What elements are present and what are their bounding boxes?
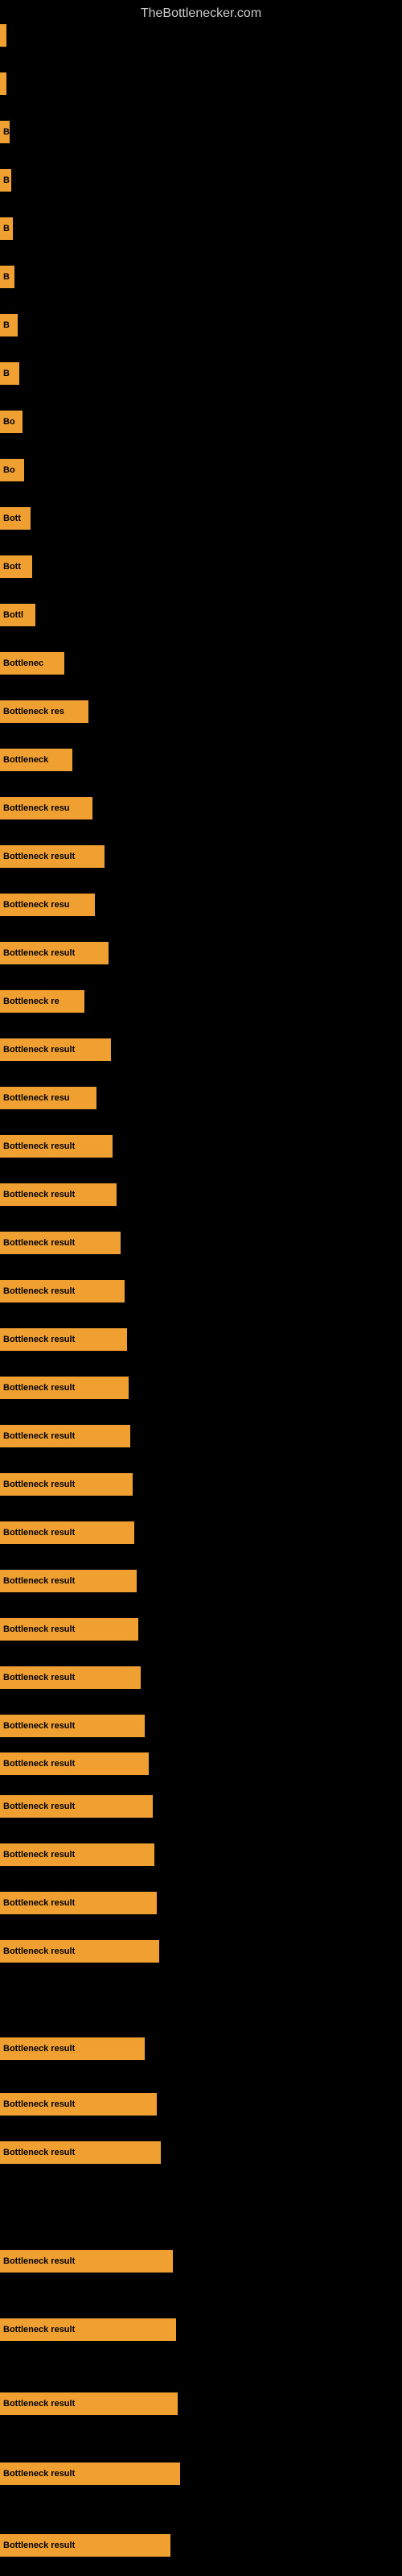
bar: Bottleneck result bbox=[0, 1666, 141, 1689]
bar: Bott bbox=[0, 555, 32, 578]
bar: Bottleneck result bbox=[0, 1377, 129, 1399]
bar-row bbox=[0, 72, 402, 95]
bar-row: Bottleneck result bbox=[0, 1752, 402, 1775]
bar: Bottleneck result bbox=[0, 2093, 157, 2116]
bar-row: Bottleneck re bbox=[0, 990, 402, 1013]
bar: Bottleneck result bbox=[0, 1843, 154, 1866]
bar: Bottleneck resu bbox=[0, 1087, 96, 1109]
bar-row: Bottleneck result bbox=[0, 1570, 402, 1592]
bar-row: Bo bbox=[0, 411, 402, 433]
bar-row: Bottl bbox=[0, 604, 402, 626]
bar-row: Bottleneck resu bbox=[0, 1087, 402, 1109]
bar: Bottleneck result bbox=[0, 2250, 173, 2273]
bar: Bottleneck result bbox=[0, 1183, 117, 1206]
bar-row: Bottleneck result bbox=[0, 1135, 402, 1158]
bar: Bottleneck result bbox=[0, 1135, 113, 1158]
bar-row: B bbox=[0, 121, 402, 143]
bar-row: Bottleneck result bbox=[0, 1618, 402, 1641]
bar: Bottleneck resu bbox=[0, 797, 92, 819]
bar: Bottleneck result bbox=[0, 1795, 153, 1818]
bar-row: Bottleneck result bbox=[0, 2250, 402, 2273]
bar-row: Bottleneck result bbox=[0, 1843, 402, 1866]
bar-row: Bottleneck result bbox=[0, 2534, 402, 2557]
bar: Bott bbox=[0, 507, 31, 530]
bar-row: Bottleneck res bbox=[0, 700, 402, 723]
bar-row: Bottleneck result bbox=[0, 2037, 402, 2060]
bar-row: Bottleneck result bbox=[0, 1280, 402, 1302]
bar-row: Bottleneck result bbox=[0, 1038, 402, 1061]
bar-row: Bottleneck result bbox=[0, 1183, 402, 1206]
bar: Bottleneck result bbox=[0, 1940, 159, 1963]
bar-row: Bottleneck result bbox=[0, 2141, 402, 2164]
bar: Bottleneck result bbox=[0, 1570, 137, 1592]
bar-row: Bottleneck result bbox=[0, 845, 402, 868]
bar: Bottl bbox=[0, 604, 35, 626]
bar-row: Bottleneck result bbox=[0, 1473, 402, 1496]
bar: Bottleneck re bbox=[0, 990, 84, 1013]
bar: B bbox=[0, 169, 11, 192]
bar-row: Bottleneck result bbox=[0, 942, 402, 964]
bar: Bo bbox=[0, 411, 23, 433]
bar: Bottleneck result bbox=[0, 2534, 170, 2557]
bar: Bottleneck result bbox=[0, 1715, 145, 1737]
bar-row: Bottleneck bbox=[0, 749, 402, 771]
bar-row: Bottleneck result bbox=[0, 2392, 402, 2415]
bar-row: Bottleneck resu bbox=[0, 894, 402, 916]
bar-row: Bottleneck result bbox=[0, 1521, 402, 1544]
bar-row: B bbox=[0, 362, 402, 385]
bar-row: Bottleneck result bbox=[0, 1892, 402, 1914]
bar: Bottleneck resu bbox=[0, 894, 95, 916]
bar-row: B bbox=[0, 217, 402, 240]
bar: Bottleneck result bbox=[0, 1425, 130, 1447]
bar: Bottleneck result bbox=[0, 1038, 111, 1061]
bar bbox=[0, 24, 6, 47]
bar: B bbox=[0, 314, 18, 336]
bar-row: Bottleneck resu bbox=[0, 797, 402, 819]
bar-row bbox=[0, 24, 402, 47]
bar: B bbox=[0, 266, 14, 288]
bar-row: Bottleneck result bbox=[0, 1425, 402, 1447]
bar: Bottleneck result bbox=[0, 1328, 127, 1351]
bar bbox=[0, 72, 6, 95]
bar-row: Bott bbox=[0, 555, 402, 578]
bar-row: Bottleneck result bbox=[0, 1666, 402, 1689]
bar: Bottlenec bbox=[0, 652, 64, 675]
bar-row: Bott bbox=[0, 507, 402, 530]
bar-row: Bottleneck result bbox=[0, 1715, 402, 1737]
bar: Bottleneck result bbox=[0, 1473, 133, 1496]
bar-row: Bottlenec bbox=[0, 652, 402, 675]
bar-row: Bottleneck result bbox=[0, 1940, 402, 1963]
bar: Bottleneck result bbox=[0, 2318, 176, 2341]
bar: B bbox=[0, 121, 10, 143]
bar-row: Bottleneck result bbox=[0, 1377, 402, 1399]
bar-row: B bbox=[0, 169, 402, 192]
site-title: TheBottlenecker.com bbox=[0, 0, 402, 27]
bar: B bbox=[0, 362, 19, 385]
bar: Bottleneck result bbox=[0, 2392, 178, 2415]
bar: Bottleneck result bbox=[0, 2037, 145, 2060]
bar: Bottleneck result bbox=[0, 1232, 121, 1254]
bar-row: Bottleneck result bbox=[0, 2093, 402, 2116]
bar: Bottleneck result bbox=[0, 1618, 138, 1641]
bar-row: B bbox=[0, 266, 402, 288]
bar-row: Bottleneck result bbox=[0, 2318, 402, 2341]
bar: Bo bbox=[0, 459, 24, 481]
bar: Bottleneck bbox=[0, 749, 72, 771]
bar: Bottleneck res bbox=[0, 700, 88, 723]
bar-row: Bottleneck result bbox=[0, 2462, 402, 2485]
bar: Bottleneck result bbox=[0, 845, 105, 868]
bar: Bottleneck result bbox=[0, 942, 109, 964]
bar-row: Bo bbox=[0, 459, 402, 481]
bar: Bottleneck result bbox=[0, 2462, 180, 2485]
bar-row: Bottleneck result bbox=[0, 1232, 402, 1254]
bar-row: Bottleneck result bbox=[0, 1795, 402, 1818]
bar: Bottleneck result bbox=[0, 1280, 125, 1302]
bar: Bottleneck result bbox=[0, 1892, 157, 1914]
bar-row: Bottleneck result bbox=[0, 1328, 402, 1351]
bar: Bottleneck result bbox=[0, 2141, 161, 2164]
bar: B bbox=[0, 217, 13, 240]
bar: Bottleneck result bbox=[0, 1521, 134, 1544]
bar-row: B bbox=[0, 314, 402, 336]
bar: Bottleneck result bbox=[0, 1752, 149, 1775]
